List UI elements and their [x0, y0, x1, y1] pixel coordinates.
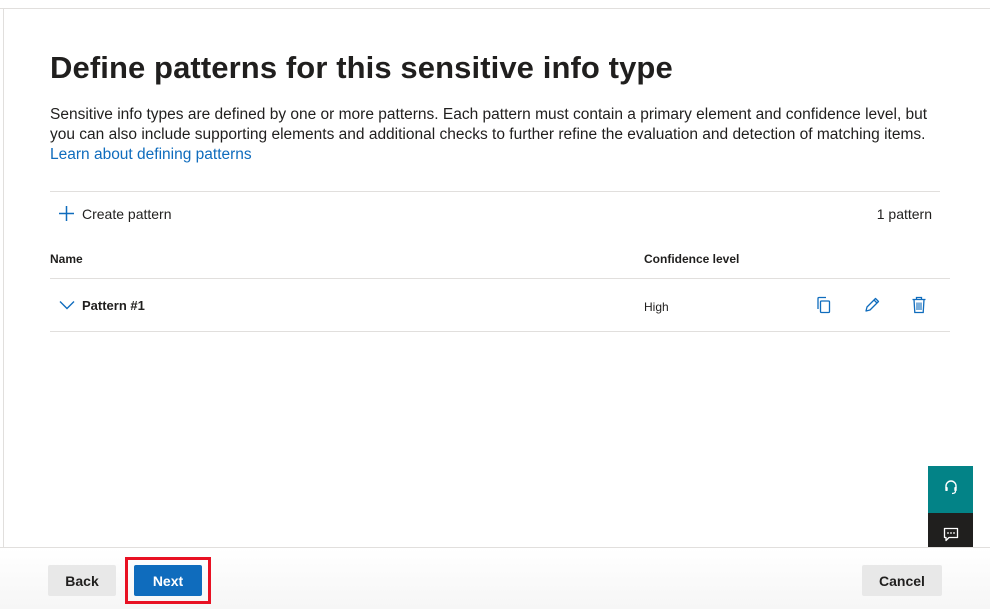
page-description: Sensitive info types are defined by one … — [50, 105, 930, 165]
left-divider — [3, 8, 4, 548]
feedback-icon — [943, 527, 959, 547]
copy-icon[interactable] — [813, 294, 835, 316]
table-row: Pattern #1 High — [50, 279, 950, 332]
top-divider — [0, 8, 990, 9]
next-button[interactable]: Next — [134, 565, 202, 596]
chevron-down-icon[interactable] — [58, 296, 76, 317]
command-bar: Create pattern 1 pattern — [50, 191, 940, 235]
table-header: Name Confidence level — [50, 242, 950, 279]
column-header-name: Name — [50, 252, 83, 266]
cancel-button[interactable]: Cancel — [862, 565, 942, 596]
back-button[interactable]: Back — [48, 565, 116, 596]
pattern-confidence: High — [644, 300, 669, 314]
create-pattern-button[interactable]: Create pattern — [50, 205, 172, 222]
edit-icon[interactable] — [861, 294, 883, 316]
delete-icon[interactable] — [908, 294, 930, 316]
page-header: Define patterns for this sensitive info … — [50, 48, 950, 165]
description-text: Sensitive info types are defined by one … — [50, 106, 928, 143]
pattern-name: Pattern #1 — [82, 298, 145, 313]
add-icon — [58, 205, 75, 222]
pattern-count: 1 pattern — [876, 205, 932, 222]
help-button[interactable] — [928, 466, 973, 513]
wizard-footer: Back Next Cancel — [0, 547, 990, 609]
page-title: Define patterns for this sensitive info … — [50, 50, 673, 85]
patterns-table: Name Confidence level Pattern #1 High — [50, 242, 950, 332]
create-pattern-label: Create pattern — [82, 205, 172, 222]
column-header-confidence: Confidence level — [644, 252, 740, 266]
headset-icon — [943, 479, 959, 500]
learn-link[interactable]: Learn about defining patterns — [50, 146, 252, 163]
